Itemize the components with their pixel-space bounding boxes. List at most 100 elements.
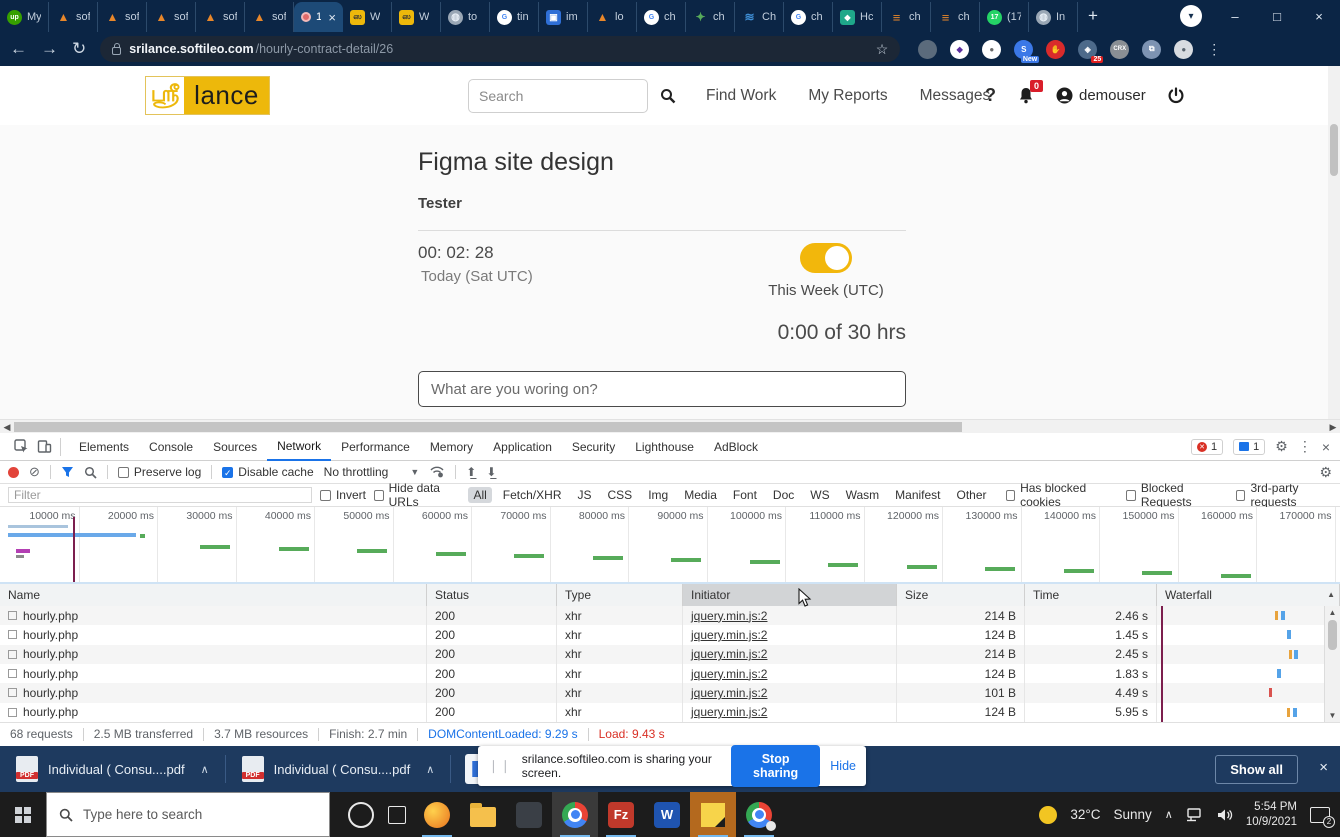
- clear-network-log-icon[interactable]: ⊘: [29, 464, 40, 480]
- search-network-icon[interactable]: [84, 466, 97, 479]
- request-name-cell[interactable]: hourly.php: [0, 664, 427, 683]
- network-filter-input[interactable]: Filter: [8, 487, 312, 503]
- console-messages-badge[interactable]: 1: [1233, 439, 1265, 455]
- browser-tab[interactable]: ◍to: [441, 2, 490, 32]
- shield-icon[interactable]: [918, 40, 937, 59]
- browser-tab[interactable]: Gch: [637, 2, 686, 32]
- request-name-cell[interactable]: hourly.php: [0, 645, 427, 664]
- inspect-element-icon[interactable]: [14, 439, 29, 454]
- request-name-cell[interactable]: hourly.php: [0, 606, 427, 625]
- network-settings-gear-icon[interactable]: ⚙: [1319, 464, 1332, 481]
- table-row[interactable]: hourly.php200xhrjquery.min.js:2124 B5.95…: [0, 703, 1340, 722]
- memo-input[interactable]: What are you woring on?: [418, 371, 906, 407]
- browser-tab[interactable]: ▲sof: [147, 2, 196, 32]
- table-vertical-scrollbar[interactable]: ▲▼: [1324, 606, 1340, 722]
- weather-sun-icon[interactable]: [1039, 806, 1057, 824]
- download-item[interactable]: Individual ( Consu....pdf∧: [226, 746, 451, 792]
- column-header-waterfall[interactable]: Waterfall▲: [1157, 584, 1340, 606]
- user-menu[interactable]: demouser: [1056, 87, 1146, 104]
- filter-type-js[interactable]: JS: [572, 487, 596, 503]
- device-toolbar-icon[interactable]: [37, 439, 52, 454]
- devtools-tab-sources[interactable]: Sources: [203, 433, 267, 461]
- taskbar-clock[interactable]: 5:54 PM 10/9/2021: [1246, 800, 1297, 830]
- filter-checkbox-blocked-requests[interactable]: Blocked Requests: [1126, 481, 1222, 509]
- filter-checkbox-3rd-party-requests[interactable]: 3rd-party requests: [1236, 481, 1332, 509]
- download-item[interactable]: Individual ( Consu....pdf∧: [0, 746, 225, 792]
- search-input[interactable]: Search: [468, 79, 648, 113]
- browser-tab[interactable]: Gtin: [490, 2, 539, 32]
- export-har-icon[interactable]: ⬇̲: [486, 465, 496, 479]
- download-options-icon[interactable]: ∧: [426, 763, 434, 776]
- column-header-size[interactable]: Size: [897, 584, 1025, 606]
- request-initiator-link[interactable]: jquery.min.js:2: [691, 667, 767, 681]
- hand-icon[interactable]: ✋: [1046, 40, 1065, 59]
- scroll-right-arrow[interactable]: ▶: [1326, 420, 1340, 434]
- tray-expand-icon[interactable]: ∧: [1165, 808, 1173, 821]
- filter-type-css[interactable]: CSS: [603, 487, 638, 503]
- filter-type-fetchxhr[interactable]: Fetch/XHR: [498, 487, 567, 503]
- notifications-bell[interactable]: 0: [1018, 87, 1034, 104]
- devtools-tab-application[interactable]: Application: [483, 433, 562, 461]
- site-logo[interactable]: ஸ்ரீ lance: [145, 76, 270, 115]
- browser-tab[interactable]: ◍In: [1029, 2, 1078, 32]
- browser-tab[interactable]: 17(17: [980, 2, 1029, 32]
- preserve-log-checkbox[interactable]: Preserve log: [118, 465, 201, 479]
- back-icon[interactable]: ←: [10, 39, 27, 59]
- devtools-tab-security[interactable]: Security: [562, 433, 625, 461]
- bookmark-star-icon[interactable]: ☆: [876, 41, 889, 58]
- table-row[interactable]: hourly.php200xhrjquery.min.js:2124 B1.45…: [0, 625, 1340, 644]
- browser-tab[interactable]: ஸW: [343, 2, 392, 32]
- request-initiator-link[interactable]: jquery.min.js:2: [691, 628, 767, 642]
- s-extension-icon[interactable]: SNew: [1014, 40, 1033, 59]
- devtools-tab-performance[interactable]: Performance: [331, 433, 420, 461]
- search-icon[interactable]: [660, 88, 676, 104]
- logout-power-icon[interactable]: [1168, 87, 1184, 104]
- taskbar-app-file-explorer-icon[interactable]: [460, 792, 506, 837]
- column-header-initiator[interactable]: Initiator: [683, 584, 897, 606]
- download-bar-close-icon[interactable]: ×: [1319, 759, 1328, 776]
- purple-diamond-icon[interactable]: ◆: [950, 40, 969, 59]
- column-header-name[interactable]: Name: [0, 584, 427, 606]
- filter-type-ws[interactable]: WS: [805, 487, 834, 503]
- filter-type-media[interactable]: Media: [679, 487, 722, 503]
- disable-cache-checkbox[interactable]: ✓Disable cache: [222, 465, 313, 479]
- browser-tab[interactable]: ▲sof: [49, 2, 98, 32]
- browser-tab-active[interactable]: 1×: [294, 2, 343, 32]
- taskbar-app-filezilla-icon[interactable]: Fz: [598, 792, 644, 837]
- maximize-button[interactable]: □: [1256, 9, 1298, 24]
- reload-icon[interactable]: ↻: [72, 39, 86, 59]
- puzzle-icon[interactable]: ⧉: [1142, 40, 1161, 59]
- import-har-icon[interactable]: ⬆̲: [466, 465, 476, 479]
- table-row[interactable]: hourly.php200xhrjquery.min.js:2214 B2.45…: [0, 645, 1340, 664]
- browser-profile-button[interactable]: ▾: [1180, 5, 1202, 27]
- column-header-type[interactable]: Type: [557, 584, 683, 606]
- browser-tab[interactable]: ≋Ch: [735, 2, 784, 32]
- hide-data-urls-checkbox[interactable]: Hide data URLs: [374, 481, 460, 509]
- request-name-cell[interactable]: hourly.php: [0, 625, 427, 644]
- throttling-dropdown[interactable]: No throttling▼: [324, 465, 420, 479]
- devtools-close-icon[interactable]: ×: [1322, 439, 1330, 455]
- stop-sharing-button[interactable]: Stop sharing: [731, 745, 820, 787]
- request-initiator-link[interactable]: jquery.min.js:2: [691, 647, 767, 661]
- devtools-tab-network[interactable]: Network: [267, 433, 331, 461]
- browser-tab[interactable]: ▲lo: [588, 2, 637, 32]
- filter-checkbox-has-blocked-cookies[interactable]: Has blocked cookies: [1006, 481, 1113, 509]
- console-errors-badge[interactable]: ✕1: [1191, 439, 1223, 455]
- browser-tab[interactable]: ◆Hc: [833, 2, 882, 32]
- diamond-badge-icon[interactable]: ◈25: [1078, 40, 1097, 59]
- browser-tab[interactable]: Gch: [784, 2, 833, 32]
- sort-arrow-icon[interactable]: ▲: [1327, 590, 1335, 599]
- devtools-settings-icon[interactable]: ⚙: [1275, 438, 1288, 455]
- filter-type-font[interactable]: Font: [728, 487, 762, 503]
- request-initiator-link[interactable]: jquery.min.js:2: [691, 686, 767, 700]
- record-network-log-icon[interactable]: [8, 467, 19, 478]
- action-center-icon[interactable]: 2: [1310, 807, 1330, 823]
- taskbar-app-dark-app-icon[interactable]: [506, 792, 552, 837]
- browser-tab[interactable]: ✦ch: [686, 2, 735, 32]
- scroll-thumb[interactable]: [14, 422, 962, 432]
- browser-tab[interactable]: upMy: [0, 2, 49, 32]
- request-initiator-link[interactable]: jquery.min.js:2: [691, 705, 767, 719]
- column-header-status[interactable]: Status: [427, 584, 557, 606]
- tab-close-icon[interactable]: ×: [328, 10, 336, 25]
- volume-tray-icon[interactable]: [1217, 808, 1233, 822]
